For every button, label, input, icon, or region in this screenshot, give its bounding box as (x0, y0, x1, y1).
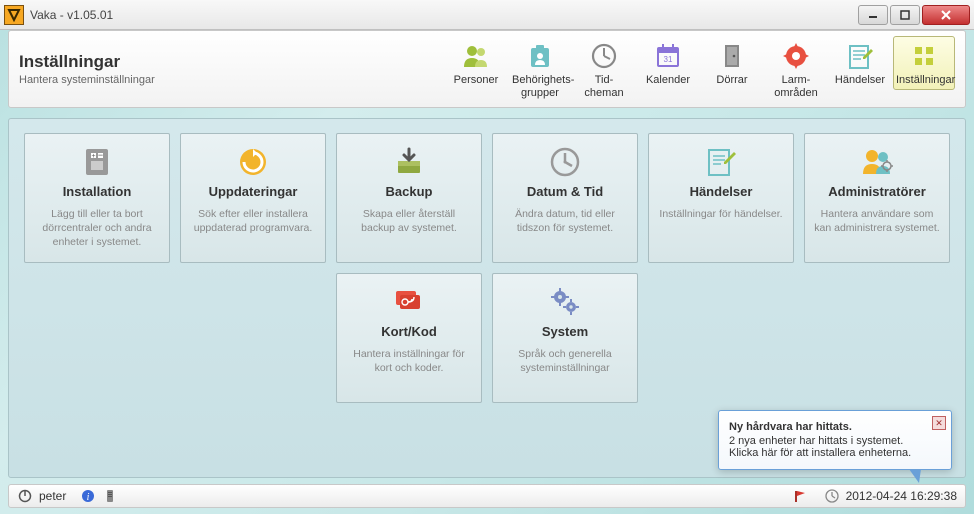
tile-title: Backup (345, 184, 473, 199)
window-title: Vaka - v1.05.01 (30, 8, 113, 22)
nav-item-label: Tid- cheman (576, 74, 632, 99)
tile-desc: Sök efter eller installera uppdaterad pr… (189, 207, 317, 235)
status-datetime: 2012-04-24 16:29:38 (846, 489, 957, 503)
events2-icon (657, 144, 785, 180)
close-button[interactable] (922, 5, 970, 25)
statusbar: peter i 2012-04-24 16:29:38 (8, 484, 966, 508)
datetime-icon (501, 144, 629, 180)
system-icon (501, 284, 629, 320)
svg-text:+: + (91, 153, 95, 160)
tile-desc: Språk och generella systeminställningar (501, 347, 629, 375)
nav-item-label: Kalender (640, 74, 696, 87)
nav-item-label: Inställningar (896, 74, 952, 87)
notification-bubble[interactable]: ✕ Ny hårdvara har hittats. 2 nya enheter… (718, 410, 952, 470)
flag-icon[interactable] (792, 488, 808, 504)
nav-item-events[interactable]: Händelser (829, 36, 891, 90)
page-subtitle: Hantera systeminställningar (19, 74, 445, 86)
tile-title: Händelser (657, 184, 785, 199)
tile-grid: +− Installation Lägg till eller ta bort dö… (23, 133, 951, 403)
nav-item-persons[interactable]: Personer (445, 36, 507, 90)
nav-item-label: Personer (448, 74, 504, 87)
tile-updates[interactable]: Uppdateringar Sök efter eller installera … (180, 133, 326, 263)
tile-title: Installation (33, 184, 161, 199)
alarm-icon (781, 41, 811, 71)
nav-item-settings[interactable]: Inställningar (893, 36, 955, 90)
tile-desc: Hantera inställningar för kort och koder… (345, 347, 473, 375)
nav-item-label: Behörighets- grupper (512, 74, 568, 99)
header-ribbon: Inställningar Hantera systeminställninga… (8, 30, 966, 108)
backup-icon (345, 144, 473, 180)
updates-icon (189, 144, 317, 180)
admins-icon (813, 144, 941, 180)
badge-icon (525, 41, 555, 71)
nav-item-label: Dörrar (704, 74, 760, 87)
tile-installation[interactable]: +− Installation Lägg till eller ta bort dö… (24, 133, 170, 263)
maximize-button[interactable] (890, 5, 920, 25)
svg-text:i: i (87, 492, 90, 503)
nav-item-label: Händelser (832, 74, 888, 87)
clock-icon (589, 41, 619, 71)
notification-close-button[interactable]: ✕ (932, 416, 946, 430)
notification-line2: Klicka här för att installera enheterna. (729, 447, 939, 459)
svg-text:31: 31 (664, 55, 673, 64)
nav-item-door[interactable]: Dörrar (701, 36, 763, 90)
app-icon (4, 5, 24, 25)
tile-backup[interactable]: Backup Skapa eller återställ backup av sy… (336, 133, 482, 263)
clock-icon (824, 488, 840, 504)
nav-item-label: Larm- områden (768, 74, 824, 99)
minimize-button[interactable] (858, 5, 888, 25)
tile-desc: Inställningar för händelser. (657, 207, 785, 221)
cardcode-icon (345, 284, 473, 320)
tile-cardcode[interactable]: Kort/Kod Hantera inställningar för kort o… (336, 273, 482, 403)
tile-system[interactable]: System Språk och generella systeminställn… (492, 273, 638, 403)
tile-events[interactable]: Händelser Inställningar för händelser. (648, 133, 794, 263)
install-icon: +− (33, 144, 161, 180)
svg-text:−: − (98, 150, 103, 160)
status-user: peter (39, 489, 66, 503)
settings-icon (909, 41, 939, 71)
tile-admins[interactable]: Administratörer Hantera användare som kan… (804, 133, 950, 263)
info-icon[interactable]: i (80, 488, 96, 504)
nav-item-alarm[interactable]: Larm- områden (765, 36, 827, 102)
nav-item-badge[interactable]: Behörighets- grupper (509, 36, 571, 102)
titlebar: Vaka - v1.05.01 (0, 0, 974, 30)
nav-items: PersonerBehörighets- grupperTid- cheman3… (445, 36, 955, 102)
page-title: Inställningar (19, 52, 445, 72)
tile-datetime[interactable]: Datum & Tid Ändra datum, tid eller tidszo… (492, 133, 638, 263)
tile-title: System (501, 324, 629, 339)
nav-item-calendar[interactable]: 31 Kalender (637, 36, 699, 90)
notification-line1: 2 nya enheter har hittats i systemet. (729, 435, 939, 447)
door-icon (717, 41, 747, 71)
tile-title: Datum & Tid (501, 184, 629, 199)
server-icon[interactable] (102, 488, 118, 504)
nav-item-clock[interactable]: Tid- cheman (573, 36, 635, 102)
persons-icon (461, 41, 491, 71)
calendar-icon: 31 (653, 41, 683, 71)
tile-desc: Lägg till eller ta bort dörrcentraler oc… (33, 207, 161, 250)
power-icon[interactable] (17, 488, 33, 504)
events-icon (845, 41, 875, 71)
tile-desc: Hantera användare som kan administrera s… (813, 207, 941, 235)
tile-title: Administratörer (813, 184, 941, 199)
tile-desc: Skapa eller återställ backup av systemet… (345, 207, 473, 235)
tile-title: Kort/Kod (345, 324, 473, 339)
notification-title: Ny hårdvara har hittats. (729, 421, 939, 433)
tile-desc: Ändra datum, tid eller tidszon för syste… (501, 207, 629, 235)
tile-title: Uppdateringar (189, 184, 317, 199)
